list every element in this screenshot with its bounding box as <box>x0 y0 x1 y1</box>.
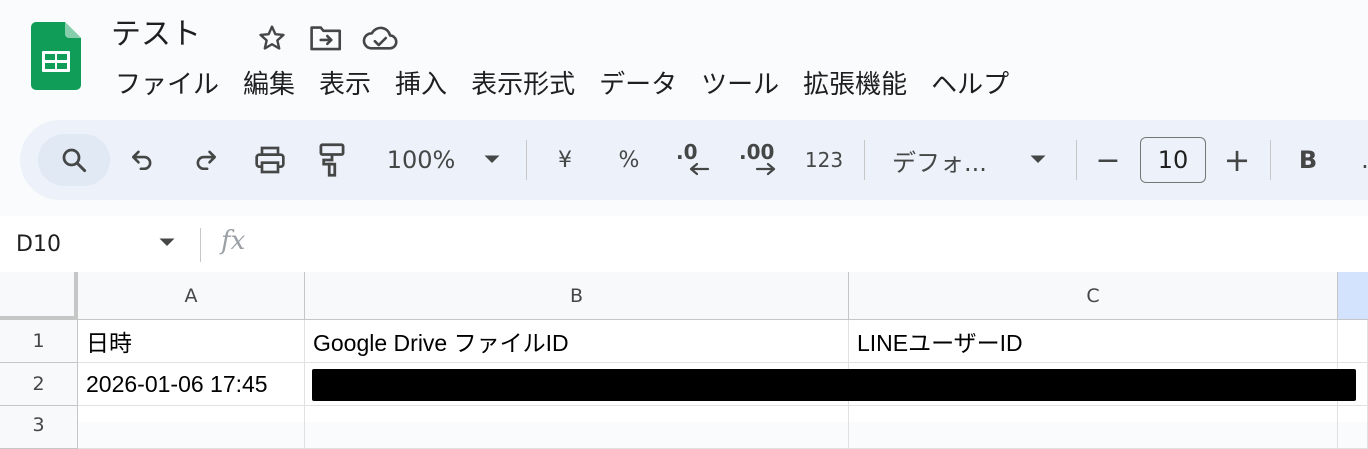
name-box[interactable]: D10 <box>16 216 61 272</box>
redaction-bar <box>312 369 1356 401</box>
cell-d3[interactable] <box>1338 406 1368 449</box>
cell-c1[interactable]: LINEユーザーID <box>849 320 1338 363</box>
column-header-a[interactable]: A <box>78 272 305 320</box>
font-family-select[interactable]: デフォ... <box>892 120 1010 200</box>
menu-view[interactable]: 表示 <box>307 66 383 104</box>
menu-bar: ファイル 編集 表示 挿入 表示形式 データ ツール 拡張機能 ヘルプ <box>103 66 1021 104</box>
formula-input[interactable] <box>270 216 1368 272</box>
toolbar-divider <box>864 140 865 180</box>
increase-decimal-button[interactable]: .00 <box>734 120 784 200</box>
cell-b1[interactable]: Google Drive ファイルID <box>305 320 849 363</box>
cell-c3[interactable] <box>849 406 1338 449</box>
paint-format-icon[interactable] <box>314 120 350 200</box>
fx-icon: fx <box>221 226 246 256</box>
cell-d1[interactable] <box>1338 320 1368 363</box>
column-header-b[interactable]: B <box>305 272 849 320</box>
percent-format-button[interactable]: % <box>610 120 648 200</box>
row-header[interactable]: 1 <box>0 320 78 363</box>
search-icon[interactable] <box>52 120 96 200</box>
column-header-d[interactable] <box>1338 272 1368 320</box>
document-title[interactable]: テスト <box>111 14 201 56</box>
sheets-logo[interactable] <box>31 22 81 90</box>
redo-icon[interactable] <box>186 120 226 200</box>
zoom-caret-icon[interactable] <box>478 120 506 200</box>
cell-a2[interactable]: 2026-01-06 17:45 <box>78 363 305 406</box>
menu-format[interactable]: 表示形式 <box>459 66 587 104</box>
formula-divider <box>200 228 201 262</box>
cell-a1[interactable]: 日時 <box>78 320 305 363</box>
name-box-caret-icon[interactable] <box>158 234 176 253</box>
star-icon[interactable] <box>254 20 290 56</box>
font-caret-icon[interactable] <box>1024 120 1052 200</box>
toolbar-divider <box>1076 140 1077 180</box>
menu-help[interactable]: ヘルプ <box>919 66 1021 104</box>
menu-insert[interactable]: 挿入 <box>383 66 459 104</box>
row-header[interactable]: 3 <box>0 406 78 449</box>
decrease-decimal-button[interactable]: .0 <box>668 120 716 200</box>
menu-tools[interactable]: ツール <box>689 66 791 104</box>
decrease-font-size-button[interactable]: − <box>1092 120 1124 200</box>
row-header[interactable]: 2 <box>0 363 78 406</box>
cloud-saved-icon[interactable] <box>362 20 398 56</box>
menu-edit[interactable]: 編集 <box>231 66 307 104</box>
select-all-corner[interactable] <box>0 272 78 320</box>
arrow-left-icon <box>689 162 710 176</box>
currency-format-button[interactable]: ¥ <box>546 120 584 200</box>
cell-a3[interactable] <box>78 406 305 449</box>
more-formats-button[interactable]: 123 <box>800 120 848 200</box>
cell-b3[interactable] <box>305 406 849 449</box>
menu-extensions[interactable]: 拡張機能 <box>791 66 919 104</box>
move-to-folder-icon[interactable] <box>308 20 344 56</box>
undo-icon[interactable] <box>122 120 162 200</box>
toolbar-divider <box>1270 140 1271 180</box>
font-size-input[interactable]: 10 <box>1140 137 1206 183</box>
menu-data[interactable]: データ <box>587 66 689 104</box>
increase-decimal-label: .00 <box>739 140 775 164</box>
bold-button[interactable]: B <box>1290 120 1326 200</box>
column-header-c[interactable]: C <box>849 272 1338 320</box>
menu-file[interactable]: ファイル <box>103 66 231 104</box>
italic-button-partial[interactable]: . <box>1354 120 1368 200</box>
toolbar-divider <box>526 140 527 180</box>
print-icon[interactable] <box>250 120 290 200</box>
decrease-decimal-label: .0 <box>676 140 698 164</box>
zoom-select[interactable]: 100% <box>378 120 464 200</box>
increase-font-size-button[interactable]: + <box>1220 120 1254 200</box>
arrow-right-icon <box>755 162 776 176</box>
